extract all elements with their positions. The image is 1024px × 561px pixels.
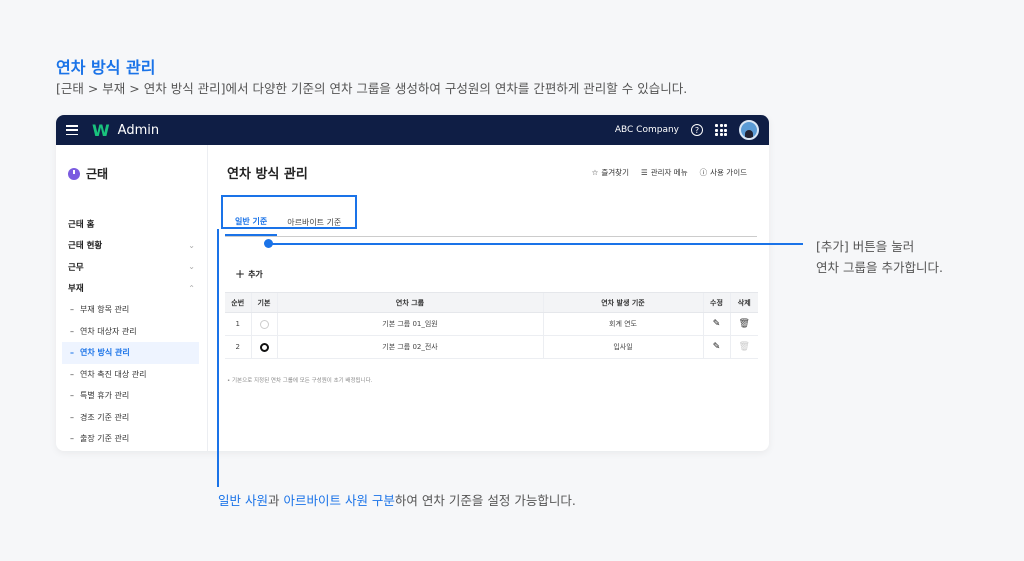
sidebar-item-work[interactable]: 근무 ⌄ bbox=[56, 256, 207, 278]
table-row: 1 기본 그룹 01_임원 회계 연도 ✎ 🗑 bbox=[225, 312, 758, 336]
sidebar-item-label: 근무 bbox=[68, 262, 84, 273]
top-bar: W Admin ABC Company ? bbox=[56, 115, 769, 145]
logo-icon[interactable]: W bbox=[92, 121, 110, 140]
column-header: 삭제 bbox=[729, 292, 758, 313]
chevron-down-icon: ⌄ bbox=[188, 240, 195, 250]
menu-icon[interactable] bbox=[66, 125, 78, 135]
group-name: 기본 그룹 02_전사 bbox=[276, 335, 543, 359]
sidebar-item-label: 경조 기준 관리 bbox=[80, 412, 130, 422]
app-name: Admin bbox=[117, 122, 160, 138]
callout-tabs-part2: 과 bbox=[267, 493, 284, 508]
admin-menu-link[interactable]: ☰ 관리자 메뉴 bbox=[641, 167, 688, 178]
chevron-down-icon: ⌄ bbox=[188, 262, 195, 272]
group-name: 기본 그룹 01_임원 bbox=[276, 312, 543, 336]
callout-tabs-part3: 아르바이트 사원 구분 bbox=[283, 493, 395, 508]
sidebar-item-label: 연차 대상자 관리 bbox=[80, 326, 137, 336]
row-number: 1 bbox=[225, 312, 251, 336]
callout-tabs-part1: 일반 사원 bbox=[218, 493, 268, 508]
column-header: 기본 bbox=[250, 292, 277, 313]
sidebar-subitem-absence-items[interactable]: – 부재 항목 관리 bbox=[56, 299, 207, 321]
chevron-up-icon: ⌃ bbox=[188, 283, 195, 293]
callout-line-tabs bbox=[217, 229, 219, 487]
column-header: 연차 발생 기준 bbox=[542, 292, 703, 313]
sidebar-item-label: 근태 홈 bbox=[68, 219, 95, 230]
default-radio-checked[interactable] bbox=[259, 342, 269, 352]
sidebar-subitem-special-leave[interactable]: – 특별 휴가 관리 bbox=[56, 385, 207, 407]
star-icon: ☆ bbox=[591, 168, 599, 177]
sidebar-item-label: 출장 기준 관리 bbox=[80, 434, 130, 444]
sidebar-subitem-business-trip[interactable]: – 출장 기준 관리 bbox=[56, 428, 207, 450]
sidebar-item-label: 부재 bbox=[68, 284, 84, 295]
accrual-basis: 입사일 bbox=[542, 335, 703, 359]
column-header: 수정 bbox=[702, 292, 730, 313]
sidebar-item-label: 근태 현황 bbox=[68, 241, 103, 252]
accrual-basis: 회계 연도 bbox=[542, 312, 703, 336]
help-icon[interactable]: ? bbox=[691, 124, 703, 136]
table-note: • 기본으로 지정된 연차 그룹에 모든 구성원이 초기 배정됩니다. bbox=[227, 378, 373, 384]
sidebar-item-label: 연차 방식 관리 bbox=[80, 348, 130, 358]
pencil-icon[interactable]: ✎ bbox=[713, 319, 721, 329]
column-header: 연차 그룹 bbox=[276, 292, 543, 313]
sidebar-subitem-leave-promotion[interactable]: – 연차 촉진 대상 관리 bbox=[56, 364, 207, 386]
sidebar-item-absence[interactable]: 부재 ⌃ bbox=[56, 278, 207, 300]
sidebar-item-attendance-status[interactable]: 근태 현황 ⌄ bbox=[56, 235, 207, 257]
list-icon: ☰ bbox=[640, 168, 648, 177]
company-name[interactable]: ABC Company bbox=[615, 125, 679, 135]
admin-menu-label: 관리자 메뉴 bbox=[650, 168, 688, 177]
pencil-icon[interactable]: ✎ bbox=[713, 342, 721, 352]
page-title: 연차 방식 관리 bbox=[56, 58, 156, 77]
admin-window: W Admin ABC Company ? 근태 근태 홈 근태 현황 ⌄ 근무 ⌄… bbox=[56, 115, 769, 451]
favorites-label: 즐겨찾기 bbox=[601, 168, 629, 177]
sidebar-subitem-leave-targets[interactable]: – 연차 대상자 관리 bbox=[56, 321, 207, 343]
sidebar-subitem-leave-method[interactable]: – 연차 방식 관리 bbox=[62, 342, 199, 364]
trash-icon[interactable]: 🗑 bbox=[739, 319, 750, 329]
favorites-link[interactable]: ☆ 즐겨찾기 bbox=[592, 167, 629, 178]
tab-highlight-box bbox=[221, 195, 357, 229]
info-icon: ⓘ bbox=[699, 168, 708, 177]
guide-label: 사용 가이드 bbox=[710, 168, 747, 177]
add-button-label: 추가 bbox=[248, 269, 263, 279]
callout-add-line1: [추가] 버튼을 눌러 bbox=[816, 239, 915, 254]
callout-add-line2: 연차 그룹을 추가합니다. bbox=[816, 260, 943, 275]
sidebar-subitem-condolence[interactable]: – 경조 기준 관리 bbox=[56, 407, 207, 429]
plus-icon: + bbox=[235, 267, 246, 281]
sidebar-item-label: 부재 항목 관리 bbox=[80, 305, 130, 315]
leave-group-table: 순번 기본 연차 그룹 연차 발생 기준 수정 삭제 1 기본 그룹 01_임원… bbox=[225, 292, 758, 359]
apps-grid-icon[interactable] bbox=[715, 124, 727, 136]
main-content: 연차 방식 관리 ☆ 즐겨찾기 ☰ 관리자 메뉴 ⓘ 사용 가이드 일반 기준 아르바… bbox=[209, 145, 769, 451]
sidebar-item-label: 연차 촉진 대상 관리 bbox=[80, 369, 147, 379]
callout-tabs-text: 일반 사원과 아르바이트 사원 구분하여 연차 기준을 설정 가능합니다. bbox=[218, 490, 576, 509]
page-description: [근태 > 부재 > 연차 방식 관리]에서 다양한 기준의 연차 그룹을 생성… bbox=[56, 81, 688, 96]
callout-line-add bbox=[272, 243, 803, 245]
sidebar-item-attendance-home[interactable]: 근태 홈 bbox=[56, 213, 207, 235]
row-number: 2 bbox=[225, 335, 251, 359]
column-header: 순번 bbox=[225, 292, 251, 313]
callout-tabs-part4: 하여 연차 기준을 설정 가능합니다. bbox=[394, 493, 576, 508]
sidebar-title: 근태 bbox=[86, 167, 109, 181]
sidebar-item-label: 특별 휴가 관리 bbox=[80, 391, 130, 401]
sidebar: 근태 근태 홈 근태 현황 ⌄ 근무 ⌄ 부재 ⌃ – 부재 항목 관리 – 연차 대상자… bbox=[56, 145, 208, 451]
avatar[interactable] bbox=[739, 120, 759, 140]
guide-link[interactable]: ⓘ 사용 가이드 bbox=[700, 167, 747, 178]
sidebar-header: 근태 bbox=[56, 145, 207, 202]
table-row: 2 기본 그룹 02_전사 입사일 ✎ 🗑 bbox=[225, 335, 758, 359]
callout-add-text: [추가] 버튼을 눌러 연차 그룹을 추가합니다. bbox=[816, 236, 943, 278]
default-radio[interactable] bbox=[259, 319, 269, 329]
main-title: 연차 방식 관리 bbox=[227, 167, 308, 182]
clock-icon bbox=[68, 167, 80, 180]
add-button[interactable]: + 추가 bbox=[235, 267, 263, 281]
trash-icon-disabled: 🗑 bbox=[738, 342, 750, 352]
